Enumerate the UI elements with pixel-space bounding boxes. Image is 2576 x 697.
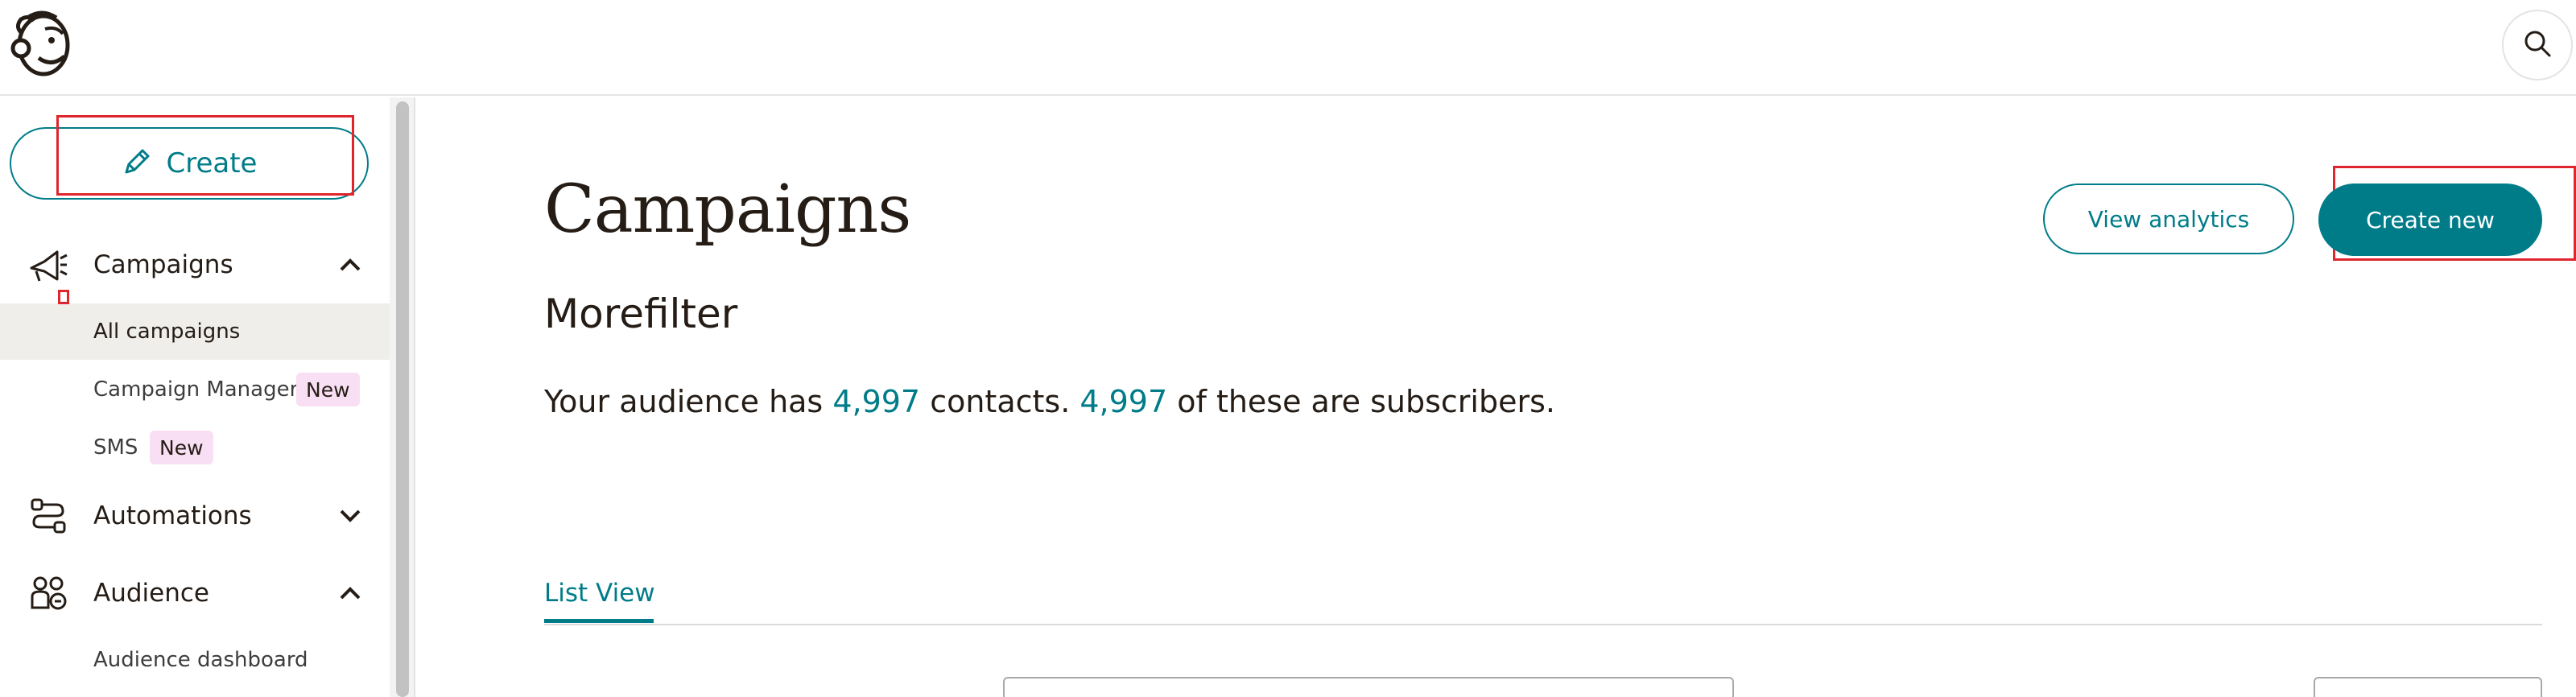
top-bar bbox=[0, 0, 2576, 96]
sidebar-nav: Create Campaigns All campaigns Campaign … bbox=[0, 97, 390, 697]
sidebar-item-label: Automations bbox=[93, 501, 252, 530]
subscribers-count: 4,997 bbox=[1080, 384, 1168, 419]
search-button[interactable] bbox=[2502, 10, 2573, 80]
contacts-count: 4,997 bbox=[832, 384, 921, 419]
sidebar-item-audience-dashboard[interactable]: Audience dashboard bbox=[0, 632, 390, 688]
tab-list-view[interactable]: List View bbox=[544, 579, 655, 608]
audience-name: Morefilter bbox=[544, 291, 738, 337]
page-title: Campaigns bbox=[544, 171, 911, 248]
sidebar-item-label: Audience dashboard bbox=[93, 648, 308, 672]
audience-summary-prefix: Your audience has bbox=[544, 384, 833, 419]
sidebar-item-campaign-manager[interactable]: Campaign Manager New bbox=[0, 361, 390, 418]
audience-summary: Your audience has 4,997 contacts. 4,997 … bbox=[544, 384, 1555, 419]
mailchimp-logo-icon[interactable] bbox=[10, 10, 74, 79]
create-new-button[interactable]: Create new bbox=[2318, 184, 2542, 256]
sidebar-item-automations[interactable]: Automations bbox=[0, 484, 390, 548]
chevron-up-icon[interactable] bbox=[336, 579, 364, 607]
sidebar-item-sms[interactable]: SMS New bbox=[0, 419, 390, 476]
tabs-divider bbox=[544, 624, 2542, 625]
sidebar-scrollbar-thumb[interactable] bbox=[396, 101, 409, 697]
sidebar-item-label: Campaign Manager bbox=[93, 377, 299, 402]
highlight-marker bbox=[58, 290, 69, 304]
search-icon bbox=[2523, 29, 2552, 61]
sidebar-item-campaigns[interactable]: Campaigns bbox=[0, 233, 390, 297]
sidebar-item-all-campaigns[interactable]: All campaigns bbox=[0, 303, 390, 360]
audience-icon bbox=[27, 572, 69, 614]
sidebar-item-label: Audience bbox=[93, 579, 209, 608]
filter-input[interactable] bbox=[1003, 677, 1734, 697]
create-button-label: Create bbox=[166, 147, 258, 179]
create-button[interactable]: Create bbox=[10, 127, 369, 200]
sidebar-item-label: All campaigns bbox=[93, 320, 241, 344]
active-tab-indicator bbox=[544, 619, 654, 623]
pencil-icon bbox=[122, 146, 152, 180]
sidebar-item-audience[interactable]: Audience bbox=[0, 561, 390, 625]
sort-select[interactable] bbox=[2314, 677, 2542, 697]
main-content: Campaigns Morefilter Your audience has 4… bbox=[415, 97, 2576, 697]
chevron-down-icon[interactable] bbox=[336, 502, 364, 530]
sidebar-item-label: Campaigns bbox=[93, 250, 233, 279]
sidebar-item-label: SMS bbox=[93, 435, 138, 460]
megaphone-icon bbox=[27, 244, 69, 286]
audience-summary-middle: contacts. bbox=[920, 384, 1080, 419]
chevron-up-icon[interactable] bbox=[336, 251, 364, 278]
new-badge: New bbox=[296, 373, 360, 406]
new-badge: New bbox=[150, 431, 213, 464]
workflow-icon bbox=[27, 495, 69, 537]
audience-summary-suffix: of these are subscribers. bbox=[1167, 384, 1555, 419]
view-analytics-button[interactable]: View analytics bbox=[2043, 184, 2294, 254]
